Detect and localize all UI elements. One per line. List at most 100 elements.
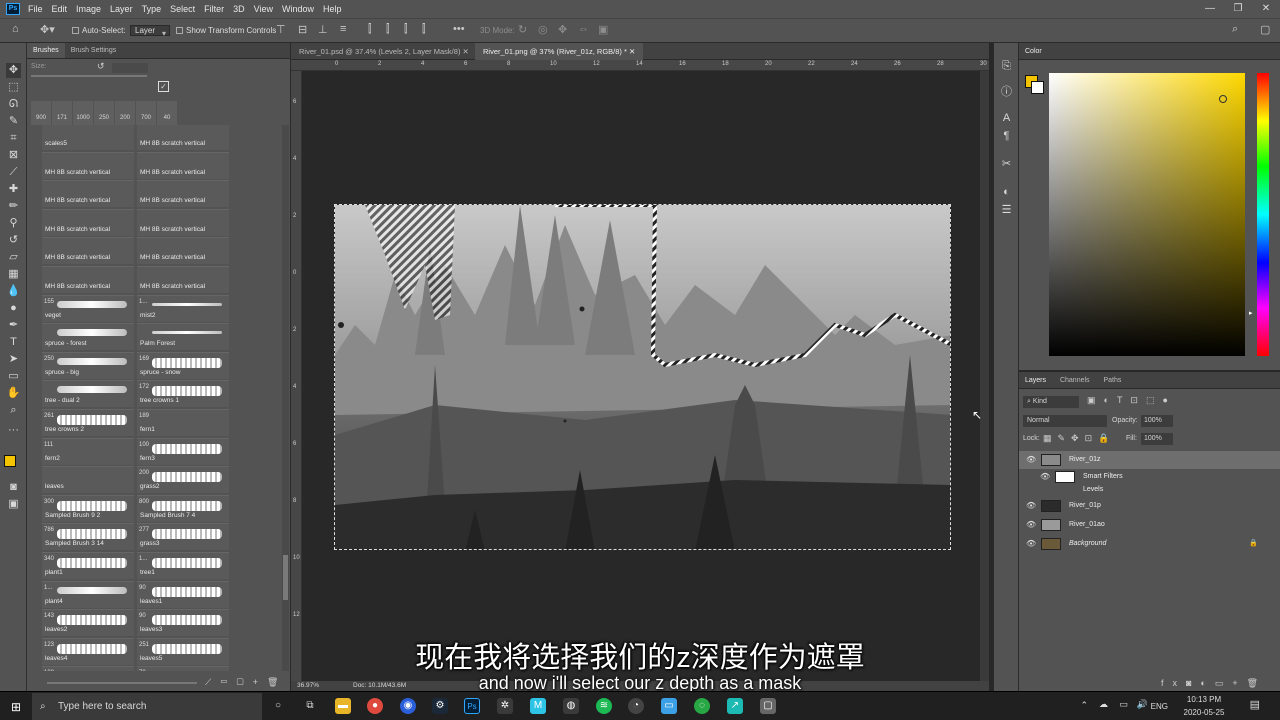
- new-brush-preset-icon[interactable]: ✓: [158, 81, 169, 92]
- visibility-eye-icon[interactable]: 👁: [1026, 497, 1036, 515]
- brush-preset[interactable]: 111 fern2: [42, 437, 134, 465]
- history-brush-tool-icon[interactable]: ↺: [6, 233, 21, 248]
- screen-mode-icon[interactable]: ▣: [6, 497, 21, 512]
- app-icon[interactable]: ◔: [628, 698, 644, 714]
- tray-overflow-icon[interactable]: ⌃: [1080, 700, 1088, 711]
- pen-tool-icon[interactable]: ✒: [6, 318, 21, 333]
- color-picker-cursor[interactable]: [1219, 95, 1227, 103]
- task-view-icon[interactable]: ⧉: [302, 698, 318, 714]
- tools-presets-icon[interactable]: ✂: [999, 157, 1014, 172]
- eraser-tool-icon[interactable]: ▱: [6, 250, 21, 265]
- brush-preset[interactable]: 277 grass3: [137, 523, 229, 551]
- foreground-color-swatch[interactable]: [4, 455, 16, 467]
- tab-brushes[interactable]: Brushes: [27, 43, 65, 58]
- align-middle-icon[interactable]: ⊟: [298, 23, 307, 36]
- visibility-eye-icon[interactable]: 👁: [1026, 451, 1036, 469]
- brush-preset[interactable]: 189 fern1: [137, 409, 229, 436]
- photoshop-taskbar-icon[interactable]: Ps: [464, 698, 480, 714]
- brush-preset[interactable]: MH 8B scratch vertical: [42, 151, 134, 179]
- volume-icon[interactable]: 🔊: [1137, 699, 1148, 710]
- 3d-rotate-icon[interactable]: ↻: [518, 23, 527, 36]
- tab-brush-settings[interactable]: Brush Settings: [65, 43, 123, 58]
- layer-row[interactable]: 👁 Background 🔒: [1019, 535, 1280, 553]
- 3d-drag-icon[interactable]: ✥: [558, 23, 567, 36]
- brush-preset[interactable]: leaves: [42, 466, 134, 494]
- tab-channels[interactable]: Channels: [1054, 377, 1096, 384]
- tab-river-png[interactable]: River_01.png @ 37% (River_01z, RGB/8) * …: [475, 43, 644, 60]
- app-icon[interactable]: ▢: [760, 698, 776, 714]
- clock-date[interactable]: 2020-05-25: [1176, 708, 1232, 717]
- brush-preset[interactable]: 169 spruce - snow: [137, 351, 229, 379]
- lasso-tool-icon[interactable]: ᘏ: [6, 97, 21, 112]
- frame-tool-icon[interactable]: ⊠: [6, 148, 21, 163]
- menu-file[interactable]: File: [28, 4, 43, 14]
- opacity-field[interactable]: 100%: [1141, 415, 1173, 427]
- info-panel-icon[interactable]: ⓘ: [999, 85, 1014, 100]
- brush-preset[interactable]: MH 8B scratch vertical: [137, 266, 229, 293]
- clock-time[interactable]: 10:13 PM: [1176, 695, 1232, 704]
- more-options-icon[interactable]: •••: [453, 23, 465, 35]
- recent-brush[interactable]: 171: [52, 101, 72, 125]
- recent-brush[interactable]: 700: [136, 101, 156, 125]
- hue-slider[interactable]: [1257, 73, 1269, 356]
- auto-select-checkbox[interactable]: Auto-Select:: [72, 23, 126, 38]
- recent-brush[interactable]: 1000: [73, 101, 93, 125]
- recent-brush[interactable]: 40: [157, 101, 177, 125]
- language-indicator[interactable]: ENG: [1151, 702, 1168, 711]
- show-transform-checkbox[interactable]: Show Transform Controls: [176, 23, 276, 38]
- brush-preset[interactable]: MH 8B scratch vertical: [137, 125, 229, 150]
- brush-preset[interactable]: scales5: [42, 125, 134, 150]
- blur-tool-icon[interactable]: 💧: [6, 284, 21, 299]
- taskbar-search-box[interactable]: ⌕ Type here to search: [32, 693, 262, 720]
- layer-row[interactable]: 👁 River_01z: [1019, 451, 1280, 469]
- quick-mask-icon[interactable]: ◙: [6, 480, 21, 495]
- brush-preset[interactable]: MH 8B scratch vertical: [137, 237, 229, 265]
- menu-select[interactable]: Select: [170, 4, 195, 14]
- rectangle-tool-icon[interactable]: ▭: [6, 369, 21, 384]
- cloud-icon[interactable]: ☁: [1099, 699, 1108, 710]
- tab-color[interactable]: Color: [1019, 48, 1048, 55]
- menu-view[interactable]: View: [254, 4, 273, 14]
- brush-preset[interactable]: spruce - forest: [42, 323, 134, 351]
- brush-preset[interactable]: 250 spruce - big: [42, 351, 134, 379]
- brush-preset[interactable]: 90 leaves1: [137, 580, 229, 608]
- close-tab-icon[interactable]: ✕: [463, 47, 469, 56]
- brush-preset[interactable]: 172 tree crowns 1: [137, 380, 229, 408]
- align-left-icon[interactable]: ≡: [340, 23, 346, 35]
- brush-preset[interactable]: Palm Forest: [137, 323, 229, 351]
- 3d-slide-icon[interactable]: ⇔: [578, 23, 589, 35]
- move-tool-preset-icon[interactable]: ✥▾: [40, 23, 55, 36]
- app-icon[interactable]: M: [530, 698, 546, 714]
- restore-button[interactable]: ❐: [1224, 0, 1252, 18]
- reset-size-icon[interactable]: ↺: [97, 61, 105, 72]
- layer-row[interactable]: 👁 River_01ao: [1019, 516, 1280, 534]
- layer-filter-dropdown[interactable]: ⌕ Kind: [1023, 396, 1079, 408]
- menu-3d[interactable]: 3D: [233, 4, 245, 14]
- size-value-field[interactable]: [112, 63, 148, 73]
- close-button[interactable]: ✕: [1252, 0, 1280, 18]
- menu-image[interactable]: Image: [76, 4, 101, 14]
- zoom-tool-icon[interactable]: ⌕: [6, 403, 21, 418]
- visibility-eye-icon[interactable]: 👁: [1026, 535, 1036, 553]
- app-icon[interactable]: ◉: [400, 698, 416, 714]
- tab-river-psd[interactable]: River_01.psd @ 37.4% (Levels 2, Layer Ma…: [291, 43, 477, 60]
- brush-preset[interactable]: 1... mist2: [137, 294, 229, 322]
- app-icon[interactable]: ↗: [727, 698, 743, 714]
- brush-preset[interactable]: MH 8B scratch vertical: [42, 266, 134, 293]
- app-icon[interactable]: ✲: [497, 698, 513, 714]
- visibility-eye-icon[interactable]: 👁: [1026, 516, 1036, 534]
- hand-tool-icon[interactable]: ✋: [6, 386, 21, 401]
- cortana-icon[interactable]: ○: [270, 698, 286, 714]
- brush-preset[interactable]: tree - dual 2: [42, 380, 134, 408]
- move-tool-icon[interactable]: ✥: [6, 63, 21, 78]
- layer-row[interactable]: 👁 River_01p: [1019, 497, 1280, 515]
- brush-preset[interactable]: 786 Sampled Brush 3 14: [42, 523, 134, 551]
- type-tool-icon[interactable]: T: [6, 335, 21, 350]
- windows-start-icon[interactable]: ⊞: [11, 700, 21, 714]
- brush-preset[interactable]: 1... plant4: [42, 580, 134, 608]
- distribute-top-icon[interactable]: ⫿: [368, 23, 372, 36]
- quick-select-tool-icon[interactable]: ✎: [6, 114, 21, 129]
- brush-preset[interactable]: 155 veget: [42, 294, 134, 322]
- chrome-icon[interactable]: ●: [367, 698, 383, 714]
- properties-panel-icon[interactable]: ☰: [999, 203, 1014, 218]
